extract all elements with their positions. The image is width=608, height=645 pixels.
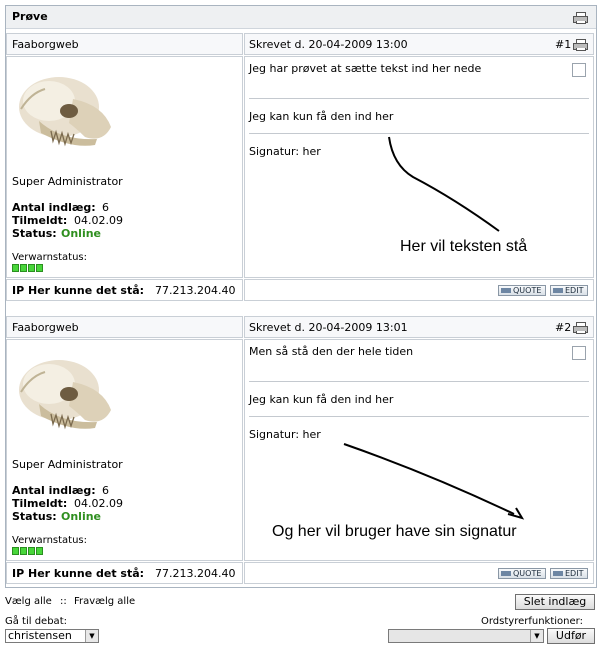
joined-label: Tilmeldt: bbox=[12, 214, 68, 227]
post-date-header: Skrevet d. 20-04-2009 13:00 #1 bbox=[244, 33, 594, 55]
post-body: Men så stå den der hele tiden Jeg kan ku… bbox=[244, 339, 594, 561]
select-separator: :: bbox=[60, 596, 67, 607]
post-actions-cell: QUOTE EDIT bbox=[244, 279, 594, 301]
joined-date: 04.02.09 bbox=[74, 214, 123, 227]
post-number[interactable]: #2 bbox=[555, 321, 571, 334]
post-ip-cell: IP Her kunne det stå: 77.213.204.40 bbox=[6, 279, 243, 301]
goto-topic-label: Gå til debat: bbox=[5, 616, 67, 627]
status-label: Status: bbox=[12, 227, 57, 240]
warn-level-3 bbox=[28, 547, 35, 555]
printer-icon[interactable] bbox=[573, 322, 588, 334]
signature-divider bbox=[249, 416, 589, 417]
moderator-select[interactable]: ▼ bbox=[388, 629, 544, 643]
avatar bbox=[19, 360, 111, 430]
annotation-arrow bbox=[388, 136, 500, 232]
select-all-link[interactable]: Vælg alle bbox=[5, 596, 52, 607]
joined-date: 04.02.09 bbox=[74, 497, 123, 510]
avatar bbox=[19, 77, 111, 147]
post-number[interactable]: #1 bbox=[555, 38, 571, 51]
quote-button[interactable]: QUOTE bbox=[498, 285, 546, 296]
topic-title: Prøve bbox=[12, 10, 48, 23]
post-date-header: Skrevet d. 20-04-2009 13:01 #2 bbox=[244, 316, 594, 338]
posts-count-label: Antal indlæg: bbox=[12, 201, 96, 214]
topic-titlebar: Prøve bbox=[6, 6, 596, 29]
printer-icon[interactable] bbox=[573, 39, 588, 51]
ip-label: IP Her kunne det stå: bbox=[12, 567, 145, 580]
warn-label: Verwarnstatus: bbox=[12, 535, 88, 546]
post-date: Skrevet d. 20-04-2009 13:01 bbox=[249, 321, 408, 334]
post-select-checkbox[interactable] bbox=[572, 63, 586, 77]
dropdown-arrow-icon[interactable]: ▼ bbox=[85, 630, 98, 642]
ip-value: 77.213.204.40 bbox=[155, 284, 236, 297]
goto-topic-value: christensen bbox=[8, 629, 72, 642]
edit-button[interactable]: EDIT bbox=[550, 568, 588, 579]
warn-level-2 bbox=[20, 547, 27, 555]
post-select-checkbox[interactable] bbox=[572, 346, 586, 360]
quote-button[interactable]: QUOTE bbox=[498, 568, 546, 579]
dropdown-arrow-icon[interactable]: ▼ bbox=[530, 630, 543, 642]
divider bbox=[249, 98, 589, 99]
post-author-header: Faaborgweb bbox=[6, 316, 243, 338]
delete-posts-button[interactable]: Slet indlæg bbox=[515, 594, 595, 610]
divider bbox=[249, 381, 589, 382]
user-rank: Super Administrator bbox=[12, 175, 123, 188]
post-author[interactable]: Faaborgweb bbox=[12, 321, 79, 334]
edit-button[interactable]: EDIT bbox=[550, 285, 588, 296]
status-value: Online bbox=[61, 510, 102, 523]
moderator-label: Ordstyrerfunktioner: bbox=[481, 616, 583, 627]
posts-count: 6 bbox=[102, 484, 109, 497]
joined-label: Tilmeldt: bbox=[12, 497, 68, 510]
post-signature: Signatur: her bbox=[249, 145, 321, 158]
annotation-text: Her vil teksten stå bbox=[400, 238, 528, 255]
post-author-header: Faaborgweb bbox=[6, 33, 243, 55]
annotation-arrow bbox=[343, 443, 525, 520]
deselect-all-link[interactable]: Fravælg alle bbox=[74, 596, 135, 607]
posts-count: 6 bbox=[102, 201, 109, 214]
ip-value: 77.213.204.40 bbox=[155, 567, 236, 580]
printer-icon[interactable] bbox=[573, 12, 588, 24]
status-label: Status: bbox=[12, 510, 57, 523]
status-value: Online bbox=[61, 227, 102, 240]
warn-level-2 bbox=[20, 264, 27, 272]
post-text: Men så stå den der hele tiden bbox=[249, 345, 414, 358]
post-text: Jeg har prøvet at sætte tekst ind her ne… bbox=[249, 62, 482, 75]
post-text-2: Jeg kan kun få den ind her bbox=[249, 110, 394, 123]
warn-level-4 bbox=[36, 264, 43, 272]
annotation-text: Og her vil bruger have sin signatur bbox=[272, 523, 517, 540]
warn-label: Verwarnstatus: bbox=[12, 252, 88, 263]
post-ip-cell: IP Her kunne det stå: 77.213.204.40 bbox=[6, 562, 243, 584]
warn-level-3 bbox=[28, 264, 35, 272]
post-actions-cell: QUOTE EDIT bbox=[244, 562, 594, 584]
goto-topic-select[interactable]: christensen ▼ bbox=[5, 629, 99, 643]
ip-label: IP Her kunne det stå: bbox=[12, 284, 145, 297]
posts-count-label: Antal indlæg: bbox=[12, 484, 96, 497]
post-body: Jeg har prøvet at sætte tekst ind her ne… bbox=[244, 56, 594, 278]
warn-level-1 bbox=[12, 264, 19, 272]
warn-level-1 bbox=[12, 547, 19, 555]
post-user-info: Super Administrator Antal indlæg: 6 Tilm… bbox=[6, 56, 243, 278]
post-signature: Signatur: her bbox=[249, 428, 321, 441]
post-text-2: Jeg kan kun få den ind her bbox=[249, 393, 394, 406]
warn-level-4 bbox=[36, 547, 43, 555]
execute-button[interactable]: Udfør bbox=[547, 628, 595, 644]
post-user-info: Super Administrator Antal indlæg: 6 Tilm… bbox=[6, 339, 243, 561]
post-author[interactable]: Faaborgweb bbox=[12, 38, 79, 51]
user-rank: Super Administrator bbox=[12, 458, 123, 471]
post-date: Skrevet d. 20-04-2009 13:00 bbox=[249, 38, 408, 51]
